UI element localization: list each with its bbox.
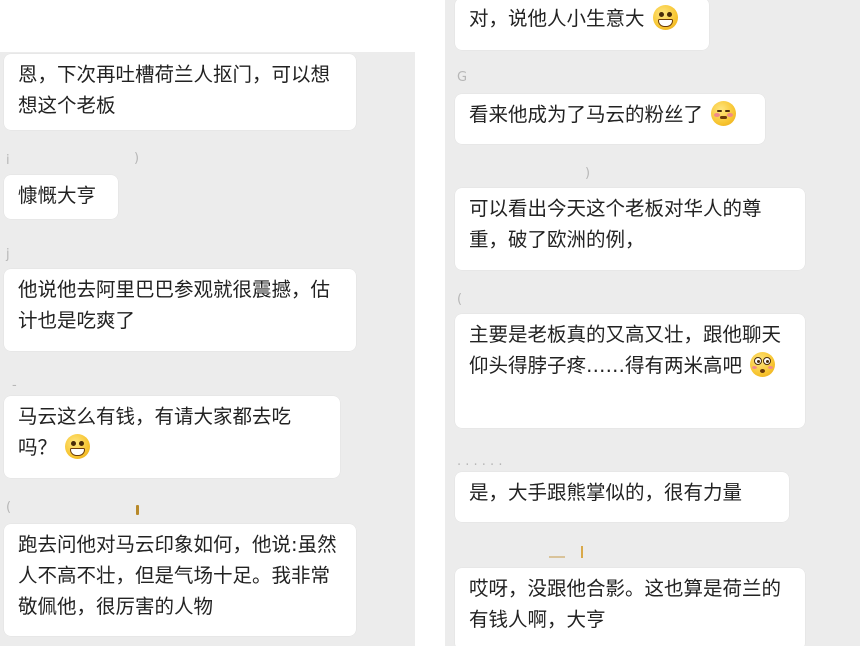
- message-bubble[interactable]: 马云这么有钱，有请大家都去吃吗？: [4, 396, 340, 478]
- faint-mark: -: [12, 378, 17, 393]
- message-text: 慷慨大亨: [18, 184, 97, 207]
- message-text: 哎呀，没跟他合影。这也算是荷兰的有钱人啊，大亨: [469, 577, 782, 631]
- message-bubble[interactable]: 他说他去阿里巴巴参观就很震撼，估计也是吃爽了: [4, 269, 356, 351]
- faint-mark: (: [6, 500, 12, 515]
- faint-mark: G: [457, 70, 468, 85]
- shy-smile-emoji-icon: [711, 101, 737, 126]
- faint-mark: (: [457, 292, 463, 307]
- faint-mark: j: [6, 247, 10, 262]
- message-bubble[interactable]: 恩，下次再吐槽荷兰人抠门，可以想想这个老板: [4, 54, 356, 130]
- message-text: 是，大手跟熊掌似的，很有力量: [469, 481, 743, 504]
- message-text: 主要是老板真的又高又壮，跟他聊天仰头得脖子疼……得有两米高吧: [469, 323, 782, 377]
- faint-stroke: [581, 546, 583, 558]
- message-bubble[interactable]: 对，说他人小生意大: [455, 0, 709, 50]
- message-bubble[interactable]: 是，大手跟熊掌似的，很有力量: [455, 472, 789, 522]
- message-bubble[interactable]: 跑去问他对马云印象如何，他说:虽然人不高不壮，但是气场十足。我非常敬佩他，很厉害…: [4, 524, 356, 636]
- flushed-emoji-icon: [750, 352, 776, 377]
- faint-mark: . . . . . .: [457, 454, 503, 469]
- left-chat-panel: 恩，下次再吐槽荷兰人抠门，可以想想这个老板 i ) 慷慨大亨 j 他说他去阿里巴…: [0, 52, 415, 646]
- message-text: 看来他成为了马云的粉丝了: [469, 103, 704, 126]
- message-text: 恩，下次再吐槽荷兰人抠门，可以想想这个老板: [18, 63, 331, 117]
- message-bubble[interactable]: 哎呀，没跟他合影。这也算是荷兰的有钱人啊，大亨: [455, 568, 805, 646]
- faint-mark: ): [585, 166, 591, 181]
- grin-emoji-icon: [65, 434, 91, 459]
- grin-emoji-icon: [652, 5, 678, 30]
- message-bubble[interactable]: 可以看出今天这个老板对华人的尊重，破了欧洲的例，: [455, 188, 805, 270]
- message-text: 他说他去阿里巴巴参观就很震撼，估计也是吃爽了: [18, 278, 331, 332]
- message-text: 马云这么有钱，有请大家都去吃吗？: [18, 405, 292, 459]
- faint-stroke: [136, 505, 139, 515]
- message-text: 跑去问他对马云印象如何，他说:虽然人不高不壮，但是气场十足。我非常敬佩他，很厉害…: [18, 533, 337, 618]
- message-bubble[interactable]: 主要是老板真的又高又壮，跟他聊天仰头得脖子疼……得有两米高吧: [455, 314, 805, 428]
- message-text: 可以看出今天这个老板对华人的尊重，破了欧洲的例，: [469, 197, 762, 251]
- message-bubble[interactable]: 看来他成为了马云的粉丝了: [455, 94, 765, 144]
- message-text: 对，说他人小生意大: [469, 7, 645, 30]
- right-chat-panel: 对，说他人小生意大 G 看来他成为了马云的粉丝了 ) 可以看出今天这个老板对华人…: [445, 0, 860, 646]
- message-bubble[interactable]: 慷慨大亨: [4, 175, 118, 219]
- faint-stroke: [549, 556, 565, 558]
- faint-mark: i: [6, 153, 10, 168]
- faint-mark: ): [134, 151, 140, 166]
